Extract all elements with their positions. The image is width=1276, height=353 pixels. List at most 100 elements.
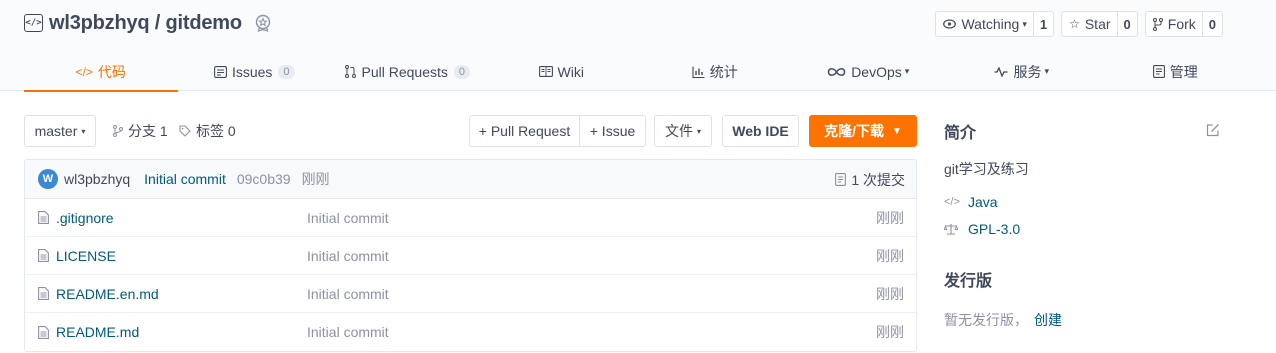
table-row: .gitignore Initial commit 刚刚 (25, 199, 916, 237)
file-name-link[interactable]: README.en.md (56, 286, 159, 302)
license-link[interactable]: GPL-3.0 (944, 221, 1020, 237)
tab-pull-requests[interactable]: Pull Requests 0 (331, 52, 485, 91)
tab-pull-requests-count: 0 (453, 64, 470, 79)
branches-label: 分支 1 (128, 123, 168, 139)
file-list: W wl3pbzhyq Initial commit 09c0b39 刚刚 1 … (24, 159, 917, 352)
tab-issues-count: 0 (278, 64, 295, 79)
scale-icon (944, 223, 959, 235)
intro-title: 简介 (944, 125, 977, 142)
language-link[interactable]: </> Java (944, 194, 998, 210)
repo-name[interactable]: wl3pbzhyq / gitdemo (49, 12, 242, 35)
table-row: LICENSE Initial commit 刚刚 (25, 237, 916, 275)
fork-button[interactable]: Fork 0 (1144, 11, 1223, 37)
star-icon: ☆ (1069, 17, 1080, 31)
tab-stats-label: 统计 (709, 63, 738, 80)
commit-message[interactable]: Initial commit (144, 171, 226, 187)
file-commit-time: 刚刚 (876, 285, 904, 302)
branches-link[interactable]: 分支 1 (113, 115, 168, 147)
releases-title: 发行版 (944, 273, 993, 290)
tab-devops[interactable]: DevOps ▾ (792, 52, 946, 91)
releases-empty-label: 暂无发行版， (944, 312, 1028, 328)
tab-service[interactable]: 服务 ▾ (945, 52, 1099, 91)
repo-header: </> wl3pbzhyq / gitdemo Watching ▾ 1 ☆ S… (0, 0, 1276, 92)
repo-code-icon: </> (24, 14, 43, 32)
chevron-down-icon: ▾ (1022, 18, 1027, 29)
chevron-down-icon: ▾ (81, 126, 86, 136)
tab-issues[interactable]: Issues 0 (178, 52, 332, 91)
wiki-icon (538, 66, 553, 77)
releases-empty-text: 暂无发行版， 创建 (944, 310, 1062, 330)
tags-label: 标签 0 (196, 123, 236, 139)
tab-pull-requests-label: Pull Requests (361, 63, 448, 80)
clone-download-label: 克隆/下载 (824, 123, 884, 139)
new-issue-button[interactable]: + Issue (579, 115, 646, 147)
tags-link[interactable]: 标签 0 (179, 115, 236, 147)
watch-text: Watching (961, 16, 1020, 32)
star-text: Star (1084, 16, 1111, 32)
tab-code[interactable]: </> 代码 (24, 52, 178, 92)
fork-icon (1152, 17, 1163, 31)
file-commit-message[interactable]: Initial commit (307, 210, 389, 226)
commit-author[interactable]: wl3pbzhyq (64, 171, 130, 187)
file-commit-time: 刚刚 (876, 324, 904, 340)
create-release-link[interactable]: 创建 (1034, 312, 1062, 328)
eye-icon (943, 19, 957, 29)
file-name-link[interactable]: .gitignore (56, 210, 114, 226)
table-row: README.en.md Initial commit 刚刚 (25, 275, 916, 313)
table-row: README.md Initial commit 刚刚 (25, 313, 916, 351)
file-name-link[interactable]: LICENSE (56, 248, 116, 264)
tab-manage[interactable]: 管理 (1099, 52, 1253, 91)
repo-tabs: </> 代码 Issues 0 Pull Requests 0 Wiki 统计 … (24, 52, 1253, 92)
branch-select[interactable]: master ▾ (24, 115, 96, 147)
file-commit-message[interactable]: Initial commit (307, 248, 389, 264)
file-menu-label: 文件 (664, 123, 693, 139)
file-commit-message[interactable]: Initial commit (307, 286, 389, 302)
tab-wiki[interactable]: Wiki (485, 52, 639, 91)
chevron-down-icon: ▾ (904, 66, 910, 76)
recommend-badge-icon[interactable] (254, 14, 273, 33)
star-count[interactable]: 0 (1117, 11, 1138, 37)
web-ide-button[interactable]: Web IDE (722, 115, 799, 147)
commit-count-link[interactable]: 1 次提交 (835, 160, 905, 199)
file-commit-time: 刚刚 (876, 247, 904, 264)
latest-commit-row: W wl3pbzhyq Initial commit 09c0b39 刚刚 1 … (25, 160, 916, 199)
service-icon (994, 66, 1008, 77)
watch-button[interactable]: Watching ▾ 1 (935, 11, 1055, 37)
fork-label[interactable]: Fork (1144, 11, 1203, 37)
license-label: GPL-3.0 (968, 221, 1021, 237)
file-icon (38, 211, 49, 224)
issues-icon (214, 65, 227, 78)
edit-icon[interactable] (1206, 123, 1220, 137)
file-icon (38, 249, 49, 262)
fork-text: Fork (1167, 16, 1196, 32)
tab-stats[interactable]: 统计 (638, 52, 792, 91)
file-icon (38, 287, 49, 300)
repo-description: git学习及练习 (944, 161, 1029, 177)
repo-actions: Watching ▾ 1 ☆ Star 0 Fork 0 (928, 11, 1223, 37)
branch-icon (113, 125, 123, 137)
new-pull-request-button[interactable]: + Pull Request (469, 115, 580, 147)
repo-title: </> wl3pbzhyq / gitdemo (24, 11, 273, 35)
devops-icon (827, 67, 846, 77)
stats-icon (692, 66, 705, 78)
commit-hash[interactable]: 09c0b39 (237, 171, 291, 187)
language-label: Java (968, 194, 998, 210)
clone-download-button[interactable]: 克隆/下载 ▼ (809, 115, 917, 147)
avatar[interactable]: W (38, 169, 58, 189)
file-icon (38, 325, 49, 339)
commit-count-label: 1 次提交 (851, 171, 905, 188)
branch-select-label: master (34, 123, 78, 139)
file-menu-button[interactable]: 文件 ▾ (654, 115, 712, 147)
star-label[interactable]: ☆ Star (1061, 11, 1118, 37)
file-commit-time: 刚刚 (876, 209, 904, 226)
fork-count[interactable]: 0 (1202, 11, 1223, 37)
watch-count[interactable]: 1 (1033, 11, 1055, 37)
chevron-down-icon: ▼ (891, 125, 902, 137)
code-toolbar: master ▾ 分支 1 标签 0 + Pull Request + Issu… (24, 115, 917, 147)
watch-label[interactable]: Watching ▾ (935, 11, 1034, 37)
file-commit-message[interactable]: Initial commit (307, 324, 389, 340)
file-name-link[interactable]: README.md (56, 324, 139, 340)
star-button[interactable]: ☆ Star 0 (1061, 11, 1138, 37)
commit-time: 刚刚 (301, 171, 330, 187)
tab-wiki-label: Wiki (557, 63, 584, 80)
